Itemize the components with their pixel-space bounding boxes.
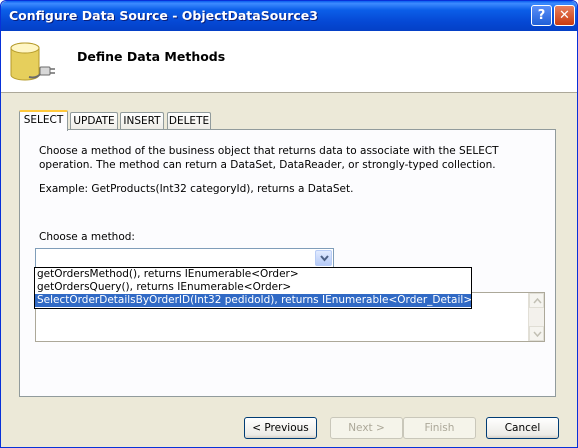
dropdown-item-selected[interactable]: SelectOrderDetailsByOrderID(Int32 pedido…: [35, 294, 471, 307]
window-title: Configure Data Source - ObjectDataSource…: [9, 8, 318, 23]
previous-button[interactable]: < Previous: [244, 417, 317, 439]
chevron-down-icon: [320, 255, 329, 262]
tab-insert[interactable]: INSERT: [120, 112, 164, 130]
dialog-window: Configure Data Source - ObjectDataSource…: [0, 0, 578, 448]
chevron-down-icon: [533, 331, 542, 337]
finish-button[interactable]: Finish: [403, 417, 476, 439]
database-icon: [10, 42, 55, 81]
next-button[interactable]: Next >: [330, 417, 403, 439]
chevron-up-icon: [533, 298, 542, 304]
combo-dropdown-button[interactable]: [315, 250, 332, 266]
help-button[interactable]: ?: [531, 5, 552, 26]
method-dropdown-list: getOrdersMethod(), returns IEnumerable<O…: [34, 267, 472, 309]
tab-panel: Choose a method of the business object t…: [19, 129, 556, 397]
title-bar[interactable]: Configure Data Source - ObjectDataSource…: [1, 1, 577, 31]
scroll-up-button[interactable]: [529, 293, 544, 308]
vertical-scrollbar[interactable]: [528, 293, 544, 341]
method-description: Choose a method of the business object t…: [39, 145, 499, 171]
dropdown-item[interactable]: getOrdersMethod(), returns IEnumerable<O…: [35, 268, 471, 281]
dropdown-item[interactable]: getOrdersQuery(), returns IEnumerable<Or…: [35, 281, 471, 294]
tab-delete[interactable]: DELETE: [167, 112, 211, 130]
choose-method-label: Choose a method:: [39, 231, 135, 243]
method-combobox[interactable]: [35, 248, 334, 268]
example-text: Example: GetProducts(Int32 categoryId), …: [39, 183, 354, 195]
close-button[interactable]: ✕: [554, 5, 575, 26]
wizard-header: Define Data Methods: [1, 31, 577, 93]
page-title: Define Data Methods: [77, 49, 226, 64]
cancel-button[interactable]: Cancel: [486, 417, 559, 439]
tab-select[interactable]: SELECT: [19, 110, 68, 131]
scroll-down-button[interactable]: [529, 326, 544, 341]
tab-update[interactable]: UPDATE: [70, 112, 118, 130]
